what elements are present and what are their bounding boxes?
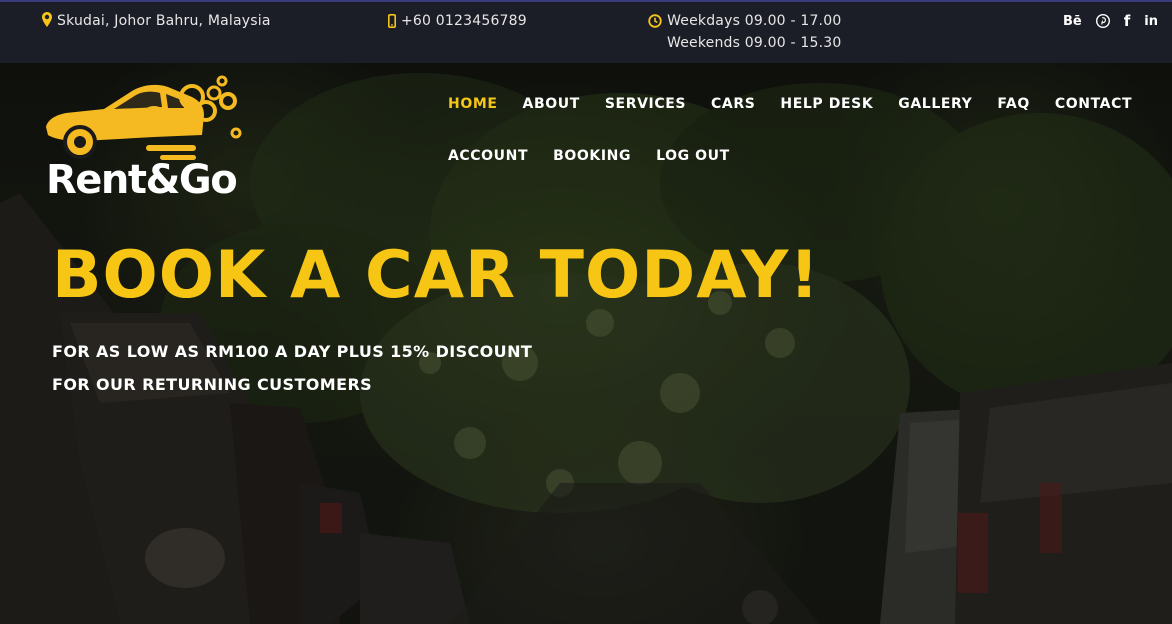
page: Skudai, Johor Bahru, Malaysia +60 012345… [0, 0, 1172, 624]
mobile-phone-icon [388, 12, 396, 28]
hero-subtext-line-1: FOR AS LOW AS RM100 A DAY PLUS 15% DISCO… [52, 342, 533, 361]
logo-text[interactable]: Rent&Go [46, 157, 238, 203]
hero-subtext-line-2: FOR OUR RETURNING CUSTOMERS [52, 375, 373, 394]
nav-row-2: ACCOUNT BOOKING LOG OUT [448, 146, 1148, 198]
nav-cars[interactable]: CARS [711, 94, 755, 114]
nav-log-out[interactable]: LOG OUT [656, 146, 730, 166]
nav-gallery[interactable]: GALLERY [898, 94, 972, 114]
social-links: Bē f in [1063, 12, 1158, 30]
hero-headline: BOOK A CAR TODAY! [52, 238, 821, 313]
nav-account[interactable]: ACCOUNT [448, 146, 528, 166]
top-info-bar: Skudai, Johor Bahru, Malaysia +60 012345… [0, 0, 1172, 63]
nav-help-desk[interactable]: HELP DESK [780, 94, 873, 114]
nav-services[interactable]: SERVICES [605, 94, 686, 114]
location-text: Skudai, Johor Bahru, Malaysia [57, 13, 271, 29]
nav-home[interactable]: HOME [448, 94, 498, 114]
nav-faq[interactable]: FAQ [997, 94, 1030, 114]
main-navigation: HOME ABOUT SERVICES CARS HELP DESK GALLE… [448, 94, 1148, 198]
opening-hours: Weekdays 09.00 - 17.00 Weekends 09.00 - … [648, 12, 842, 54]
map-marker-icon [42, 12, 52, 28]
phone-text[interactable]: +60 0123456789 [401, 12, 527, 30]
linkedin-icon[interactable]: in [1144, 12, 1158, 30]
hours-lines: Weekdays 09.00 - 17.00 Weekends 09.00 - … [667, 10, 842, 54]
nav-booking[interactable]: BOOKING [553, 146, 631, 166]
phone-info: +60 0123456789 [388, 12, 527, 30]
clock-icon [648, 12, 662, 28]
hours-weekends: Weekends 09.00 - 15.30 [667, 35, 842, 51]
location-info: Skudai, Johor Bahru, Malaysia [42, 12, 271, 30]
nav-row-1: HOME ABOUT SERVICES CARS HELP DESK GALLE… [448, 94, 1148, 146]
nav-about[interactable]: ABOUT [523, 94, 580, 114]
facebook-icon[interactable]: f [1124, 12, 1131, 30]
behance-icon[interactable]: Bē [1063, 12, 1082, 30]
hours-weekdays: Weekdays 09.00 - 17.00 [667, 13, 842, 29]
pinterest-icon[interactable] [1095, 12, 1110, 30]
nav-contact[interactable]: CONTACT [1055, 94, 1132, 114]
